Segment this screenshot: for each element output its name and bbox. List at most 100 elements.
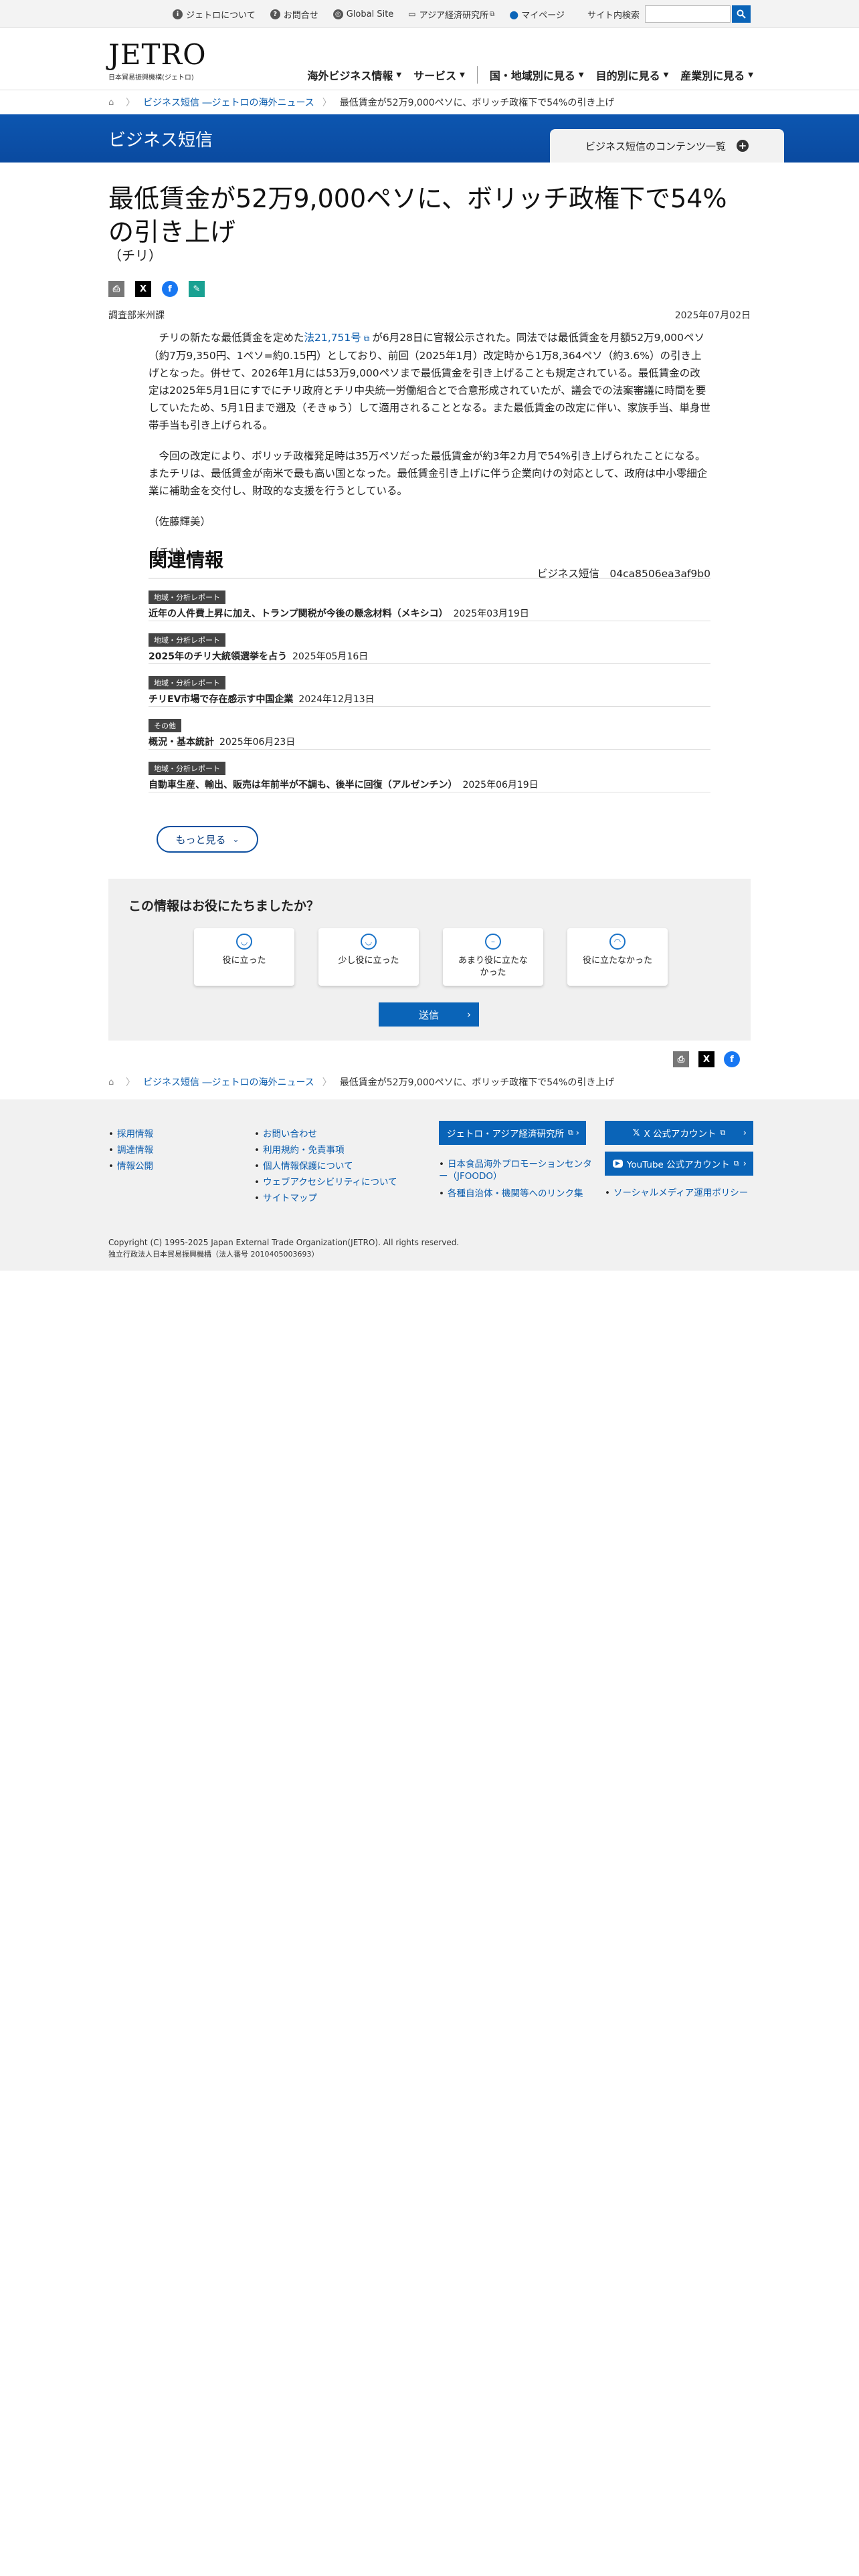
footer-link-accessibility[interactable]: ウェブアクセシビリティについて	[263, 1177, 397, 1188]
chevron-right-icon: ›	[743, 1158, 747, 1169]
x-account-button[interactable]: 𝕏X 公式アカウント ⧉ ›	[605, 1121, 753, 1145]
footer-col-1: 採用情報 調達情報 情報公開	[108, 1126, 153, 1174]
external-link-icon: ⧉	[733, 1159, 739, 1168]
chevron-right-icon: ›	[575, 1128, 579, 1138]
survey-option-not-very-helpful[interactable]: – あまり役に立たなかった	[443, 928, 543, 986]
footer-link-procurement[interactable]: 調達情報	[117, 1145, 153, 1156]
footer-link-privacy[interactable]: 個人情報保護について	[263, 1161, 353, 1172]
youtube-account-button[interactable]: ▶ YouTube 公式アカウント ⧉ ›	[605, 1152, 753, 1176]
category-badge: 地域・分析レポート	[149, 591, 225, 604]
caret-down-icon: ▼	[578, 71, 584, 79]
survey-option-helpful[interactable]: ◡ 役に立った	[194, 928, 294, 986]
breadcrumb-bottom: ⌂ 〉 ビジネス短信 ―ジェトロの海外ニュース 〉 最低賃金が52万9,000ペ…	[108, 1070, 614, 1094]
gnav-services[interactable]: サービス ▼	[413, 67, 465, 83]
survey-option-somewhat-helpful[interactable]: ◡ 少し役に立った	[318, 928, 419, 986]
home-icon[interactable]: ⌂	[108, 1077, 118, 1087]
site-header: JETRO 日本貿易振興機構(ジェトロ) 海外ビジネス情報 ▼ サービス ▼ 国・地…	[0, 29, 859, 90]
nav-divider	[476, 66, 478, 84]
paragraph-1: チリの新たな最低賃金を定めた法21,751号 ⧉ が6月28日に官報公示された。同法…	[149, 332, 710, 431]
survey-options: ◡ 役に立った ◡ 少し役に立った – あまり役に立たなかった ◠ 役に立たなかった	[194, 928, 692, 986]
print-icon[interactable]: ⎙	[108, 281, 124, 297]
jetro-logo[interactable]: JETRO 日本貿易振興機構(ジェトロ)	[108, 39, 207, 82]
related-info: 関連情報 地域・分析レポート 近年の人件費上昇に加え、トランプ関税が今後の懸念材…	[149, 546, 710, 792]
about-link[interactable]: i ジェトロについて	[173, 8, 256, 21]
footer-link-sitemap[interactable]: サイトマップ	[263, 1193, 317, 1204]
ide-link[interactable]: ▭ アジア経済研究所 ⧉	[408, 8, 494, 21]
search-button[interactable]	[732, 5, 751, 23]
footer-link-social-policy[interactable]: ソーシャルメディア運用ポリシー	[613, 1188, 748, 1198]
copyright: Copyright (C) 1995-2025 Japan External T…	[108, 1238, 460, 1259]
info-icon: i	[173, 9, 183, 19]
hatena-share-icon[interactable]: ✎	[189, 281, 205, 297]
footer-link-jfoodo[interactable]: 日本食品海外プロモーションセンター（JFOODO）	[439, 1159, 592, 1182]
smile-face-icon: ◡	[361, 934, 377, 950]
x-logo-icon: 𝕏	[632, 1128, 640, 1138]
more-button[interactable]: もっと見る ⌄	[157, 826, 258, 853]
chevron-right-icon: ›	[743, 1128, 747, 1138]
mypage-link[interactable]: ● マイページ	[509, 8, 565, 21]
happy-face-icon: ◡	[236, 934, 252, 950]
search-icon	[737, 9, 746, 19]
gnav-by-industry[interactable]: 産業別に見る ▼	[680, 67, 753, 83]
external-link-icon: ⧉	[567, 1128, 573, 1137]
category-badge: 地域・分析レポート	[149, 676, 225, 689]
external-link-icon: ⧉	[363, 334, 370, 343]
footer-link-recruit[interactable]: 採用情報	[117, 1129, 153, 1140]
section-band: ビジネス短信 ビジネス短信のコンテンツ一覧 +	[0, 114, 859, 163]
caret-down-icon: ▼	[663, 71, 669, 79]
breadcrumb-section-link[interactable]: ビジネス短信 ―ジェトロの海外ニュース	[143, 96, 314, 109]
neutral-face-icon: –	[485, 934, 501, 950]
article-dept: 調査部米州課	[108, 310, 165, 321]
breadcrumb-section-link[interactable]: ビジネス短信 ―ジェトロの海外ニュース	[143, 1075, 314, 1089]
x-share-icon[interactable]: X	[698, 1051, 714, 1067]
plus-icon: +	[737, 140, 749, 152]
list-item[interactable]: 地域・分析レポート チリEV市場で存在感示す中国企業 2024年12月13日	[149, 664, 710, 707]
share-bar: ⎙ X f ✎	[108, 281, 215, 297]
x-share-icon[interactable]: X	[135, 281, 151, 297]
chevron-down-icon: ⌄	[232, 835, 240, 844]
print-icon[interactable]: ⎙	[673, 1051, 689, 1067]
search-input[interactable]	[645, 5, 731, 23]
footer-col-2: お問い合わせ 利用規約・免責事項 個人情報保護について ウェブアクセシビリティに…	[254, 1126, 397, 1206]
law-link[interactable]: 法21,751号	[304, 332, 361, 344]
section-title: ビジネス短信	[108, 130, 213, 150]
footer-col-3: 日本食品海外プロモーションセンター（JFOODO） 各種自治体・機関等へのリンク…	[439, 1158, 593, 1200]
utility-bar: i ジェトロについて ? お問合せ ◎ Global Site ▭ アジア経済研究所 ⧉ …	[0, 0, 859, 28]
footer-col-4: ソーシャルメディア運用ポリシー	[605, 1185, 748, 1201]
category-badge: 地域・分析レポート	[149, 762, 225, 775]
gnav-by-purpose[interactable]: 目的別に見る ▼	[596, 67, 669, 83]
footer-link-terms[interactable]: 利用規約・免責事項	[263, 1145, 345, 1156]
chevron-right-icon: ›	[467, 1008, 471, 1021]
footer-link-contact[interactable]: お問い合わせ	[263, 1129, 317, 1140]
footer-link-municipalities[interactable]: 各種自治体・機関等へのリンク集	[448, 1188, 583, 1199]
question-icon: ?	[270, 9, 280, 19]
global-site-link[interactable]: ◎ Global Site	[332, 9, 393, 19]
caret-down-icon: ▼	[396, 71, 402, 79]
contents-list-tab[interactable]: ビジネス短信のコンテンツ一覧 +	[550, 129, 784, 163]
global-nav: 海外ビジネス情報 ▼ サービス ▼ 国・地域別に見る ▼ 目的別に見る ▼ 産業別に見る…	[295, 66, 753, 84]
user-icon: ●	[509, 7, 519, 21]
facebook-share-icon[interactable]: f	[162, 281, 178, 297]
survey-question: この情報はお役にたちましたか？	[128, 899, 320, 914]
gnav-overseas-business[interactable]: 海外ビジネス情報 ▼	[307, 67, 401, 83]
caret-down-icon: ▼	[460, 71, 465, 79]
footer-link-disclosure[interactable]: 情報公開	[117, 1161, 153, 1172]
survey-option-not-helpful[interactable]: ◠ 役に立たなかった	[567, 928, 668, 986]
list-item[interactable]: 地域・分析レポート 2025年のチリ大統領選挙を占う 2025年05月16日	[149, 621, 710, 664]
gnav-by-region[interactable]: 国・地域別に見る ▼	[490, 67, 584, 83]
article-meta: 調査部米州課 2025年07月02日	[108, 308, 751, 322]
related-heading: 関連情報	[149, 546, 710, 578]
category-badge: 地域・分析レポート	[149, 633, 225, 647]
facebook-share-icon[interactable]: f	[724, 1051, 740, 1067]
list-item[interactable]: 地域・分析レポート 近年の人件費上昇に加え、トランプ関税が今後の懸念材料（メキシ…	[149, 578, 710, 621]
list-item[interactable]: その他 概況・基本統計 2025年06月23日	[149, 707, 710, 750]
ide-button[interactable]: ジェトロ・アジア経済研究所 ⧉ ›	[439, 1121, 586, 1145]
breadcrumb: ⌂ 〉 ビジネス短信 ―ジェトロの海外ニュース 〉 最低賃金が52万9,000ペ…	[108, 90, 614, 114]
article-country: （チリ）	[108, 247, 162, 263]
external-link-icon: ⧉	[490, 10, 495, 18]
contact-link[interactable]: ? お問合せ	[270, 8, 318, 21]
submit-button[interactable]: 送信 ›	[379, 1002, 479, 1027]
home-icon[interactable]: ⌂	[108, 98, 118, 108]
list-item[interactable]: 地域・分析レポート 自動車生産、輸出、販売は年前半が不調も、後半に回復（アルゼン…	[149, 750, 710, 792]
paragraph-2: 今回の改定により、ボリッチ政権発足時は35万ペソだった最低賃金が約3年2カ月で5…	[149, 450, 708, 497]
